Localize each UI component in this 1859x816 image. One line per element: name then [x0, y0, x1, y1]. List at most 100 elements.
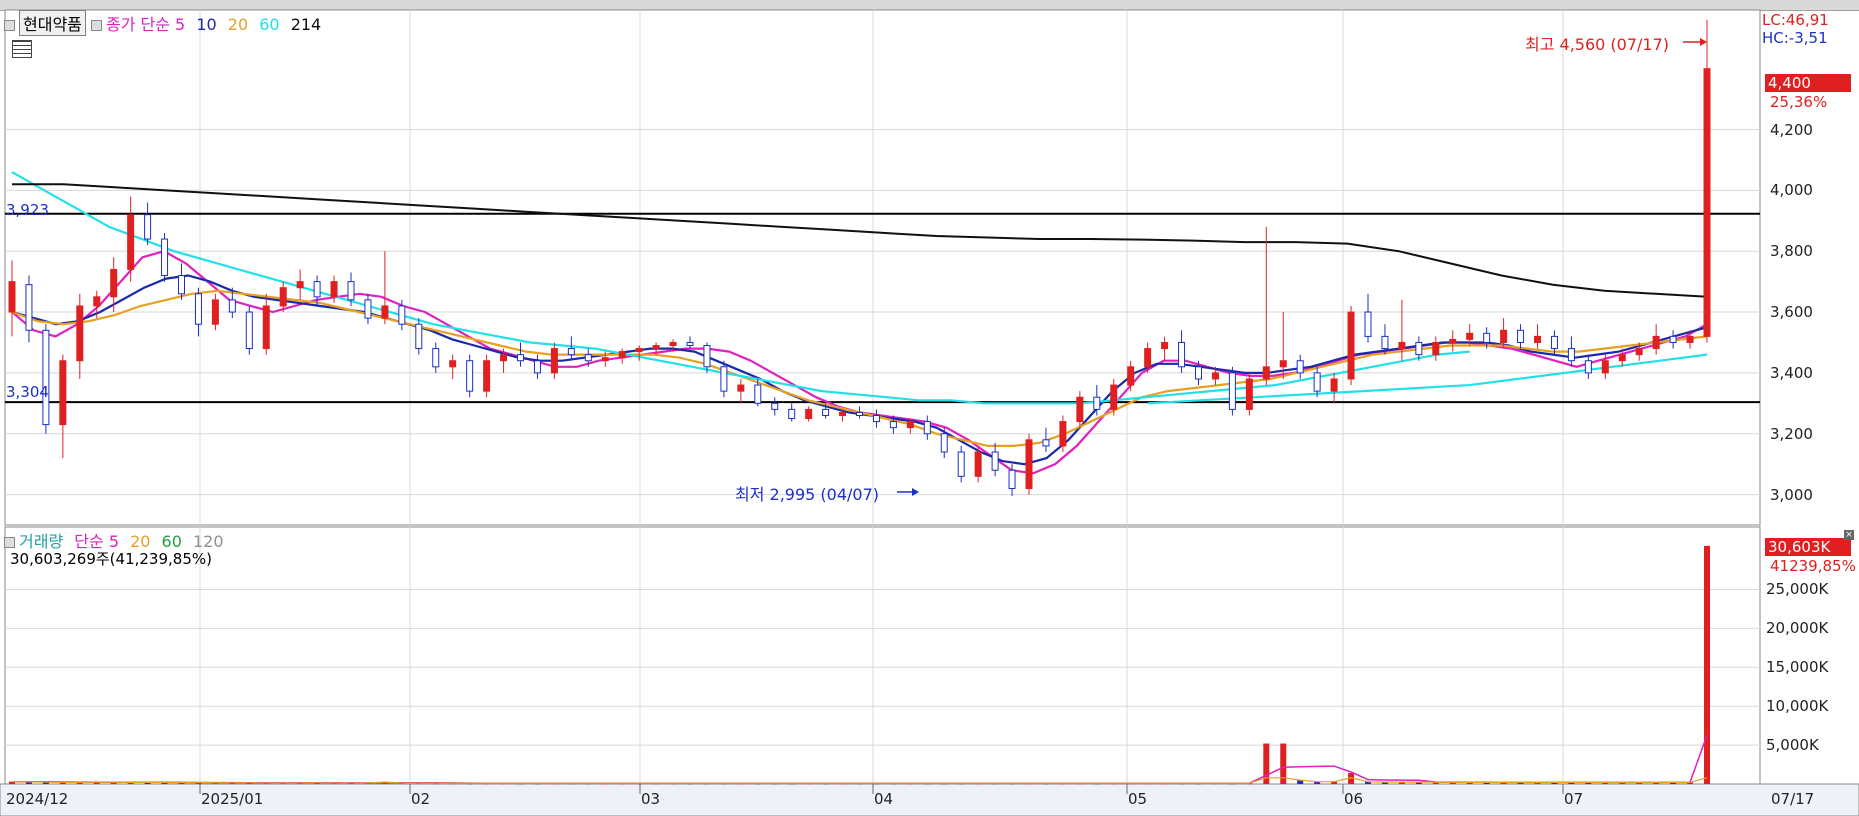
- candle-body: [805, 408, 813, 420]
- volume-tick-label: 10,000K: [1766, 697, 1829, 716]
- candle-body: [669, 341, 677, 347]
- last-volume-tag: 30,603K: [1765, 538, 1851, 556]
- candle-body: [483, 360, 491, 392]
- candle-body: [1398, 341, 1406, 350]
- chart-canvas: [0, 9, 1859, 816]
- candle-body: [991, 451, 999, 471]
- candle-body: [1144, 348, 1152, 368]
- candle-body: [1076, 396, 1084, 423]
- lc-indicator: LC:46,91: [1762, 11, 1829, 29]
- candle-body: [720, 366, 728, 392]
- candle-body: [584, 354, 592, 362]
- candle-body: [127, 214, 135, 270]
- candle-body: [1652, 335, 1660, 350]
- candle-body: [1669, 335, 1677, 343]
- stock-name-button[interactable]: 현대약품: [19, 10, 86, 36]
- candle-body: [1042, 439, 1050, 447]
- candle-body: [1279, 360, 1287, 368]
- candle-body: [279, 287, 287, 307]
- candle-body: [245, 311, 253, 350]
- candle-body: [1703, 68, 1711, 337]
- last-price-tag: 4,400: [1765, 74, 1851, 92]
- candle-body: [1517, 329, 1525, 343]
- candle-body: [330, 281, 338, 298]
- candle-body: [1127, 366, 1135, 386]
- candle-body: [737, 384, 745, 392]
- candle-body: [228, 299, 236, 313]
- candle-body: [93, 296, 101, 307]
- volume-total: 30,603,269주(41,239,85%): [10, 550, 212, 568]
- price-tick-label: 3,400: [1770, 363, 1813, 382]
- candle-body: [161, 238, 169, 277]
- volume-change-label: 41239,85%: [1770, 557, 1856, 575]
- candle-body: [211, 299, 219, 325]
- price-tick-label: 3,800: [1770, 242, 1813, 261]
- candle-body: [381, 305, 389, 319]
- candle-body: [686, 341, 694, 347]
- candle-body: [364, 299, 372, 319]
- candle-body: [1686, 335, 1694, 343]
- close-panel-icon[interactable]: ×: [1844, 530, 1854, 540]
- candle-body: [822, 408, 830, 416]
- candle-body: [313, 281, 321, 298]
- candle-body: [1093, 396, 1101, 410]
- candle-body: [1534, 335, 1541, 343]
- candle-body: [567, 348, 575, 356]
- price-tick-label: 3,000: [1770, 485, 1813, 504]
- candle-body: [178, 275, 185, 295]
- candle-body: [1601, 360, 1609, 374]
- candle-body: [872, 414, 880, 423]
- candle-body: [618, 351, 626, 359]
- price-tick-label: 4,200: [1770, 120, 1813, 139]
- candle-body: [1228, 372, 1236, 410]
- date-tick-label: 07/17: [1771, 790, 1815, 808]
- date-tick-label: 03: [641, 790, 661, 808]
- candle-body: [550, 348, 558, 374]
- ma-period-10[interactable]: 10: [196, 15, 216, 34]
- volume-tick-label: 15,000K: [1766, 658, 1829, 677]
- candle-body: [1161, 341, 1169, 350]
- candle-body: [517, 354, 524, 362]
- price-panel-frame: [4, 9, 1761, 526]
- candle-body: [42, 329, 50, 426]
- candle-body: [347, 281, 355, 301]
- panel-bullet-icon: [4, 537, 15, 548]
- candle-body: [771, 402, 779, 410]
- ma-period-5[interactable]: 5: [175, 15, 185, 34]
- candle-body: [1059, 421, 1067, 447]
- low-annotation: 최저 2,995 (04/07): [735, 485, 880, 504]
- upper-level-label: 3,923: [6, 201, 49, 219]
- lower-level-label: 3,304: [6, 383, 49, 401]
- ma-period-214[interactable]: 214: [291, 15, 322, 34]
- candle-body: [144, 214, 152, 240]
- candle-body: [1313, 372, 1321, 392]
- ma-period-20[interactable]: 20: [228, 15, 248, 34]
- candle-body: [856, 411, 863, 416]
- candle-body: [1500, 329, 1508, 343]
- candle-body: [194, 293, 202, 325]
- candle-body: [1110, 384, 1118, 410]
- candle-body: [1466, 332, 1474, 340]
- candle-body: [449, 360, 457, 368]
- candle-body: [8, 281, 16, 313]
- candle-body: [59, 360, 67, 426]
- panel-bullet-icon: [4, 20, 15, 31]
- candle-body: [1025, 439, 1033, 489]
- candle-body: [1245, 378, 1253, 410]
- candle-body: [923, 421, 931, 435]
- candle-body: [432, 348, 440, 368]
- date-tick-label: 2024/12: [6, 790, 69, 808]
- date-tick-label: 02: [411, 790, 431, 808]
- candle-body: [1432, 341, 1440, 356]
- candle-body: [1449, 338, 1457, 343]
- candle-body: [754, 384, 762, 404]
- candle-body: [703, 345, 711, 368]
- ma-period-60[interactable]: 60: [259, 15, 279, 34]
- candle-body: [788, 408, 796, 420]
- candle-body: [1618, 354, 1626, 362]
- candle-body: [1347, 311, 1355, 380]
- candle-body: [635, 348, 643, 353]
- candle-body: [262, 305, 270, 350]
- candle-body: [1635, 348, 1643, 356]
- table-icon[interactable]: [12, 40, 32, 58]
